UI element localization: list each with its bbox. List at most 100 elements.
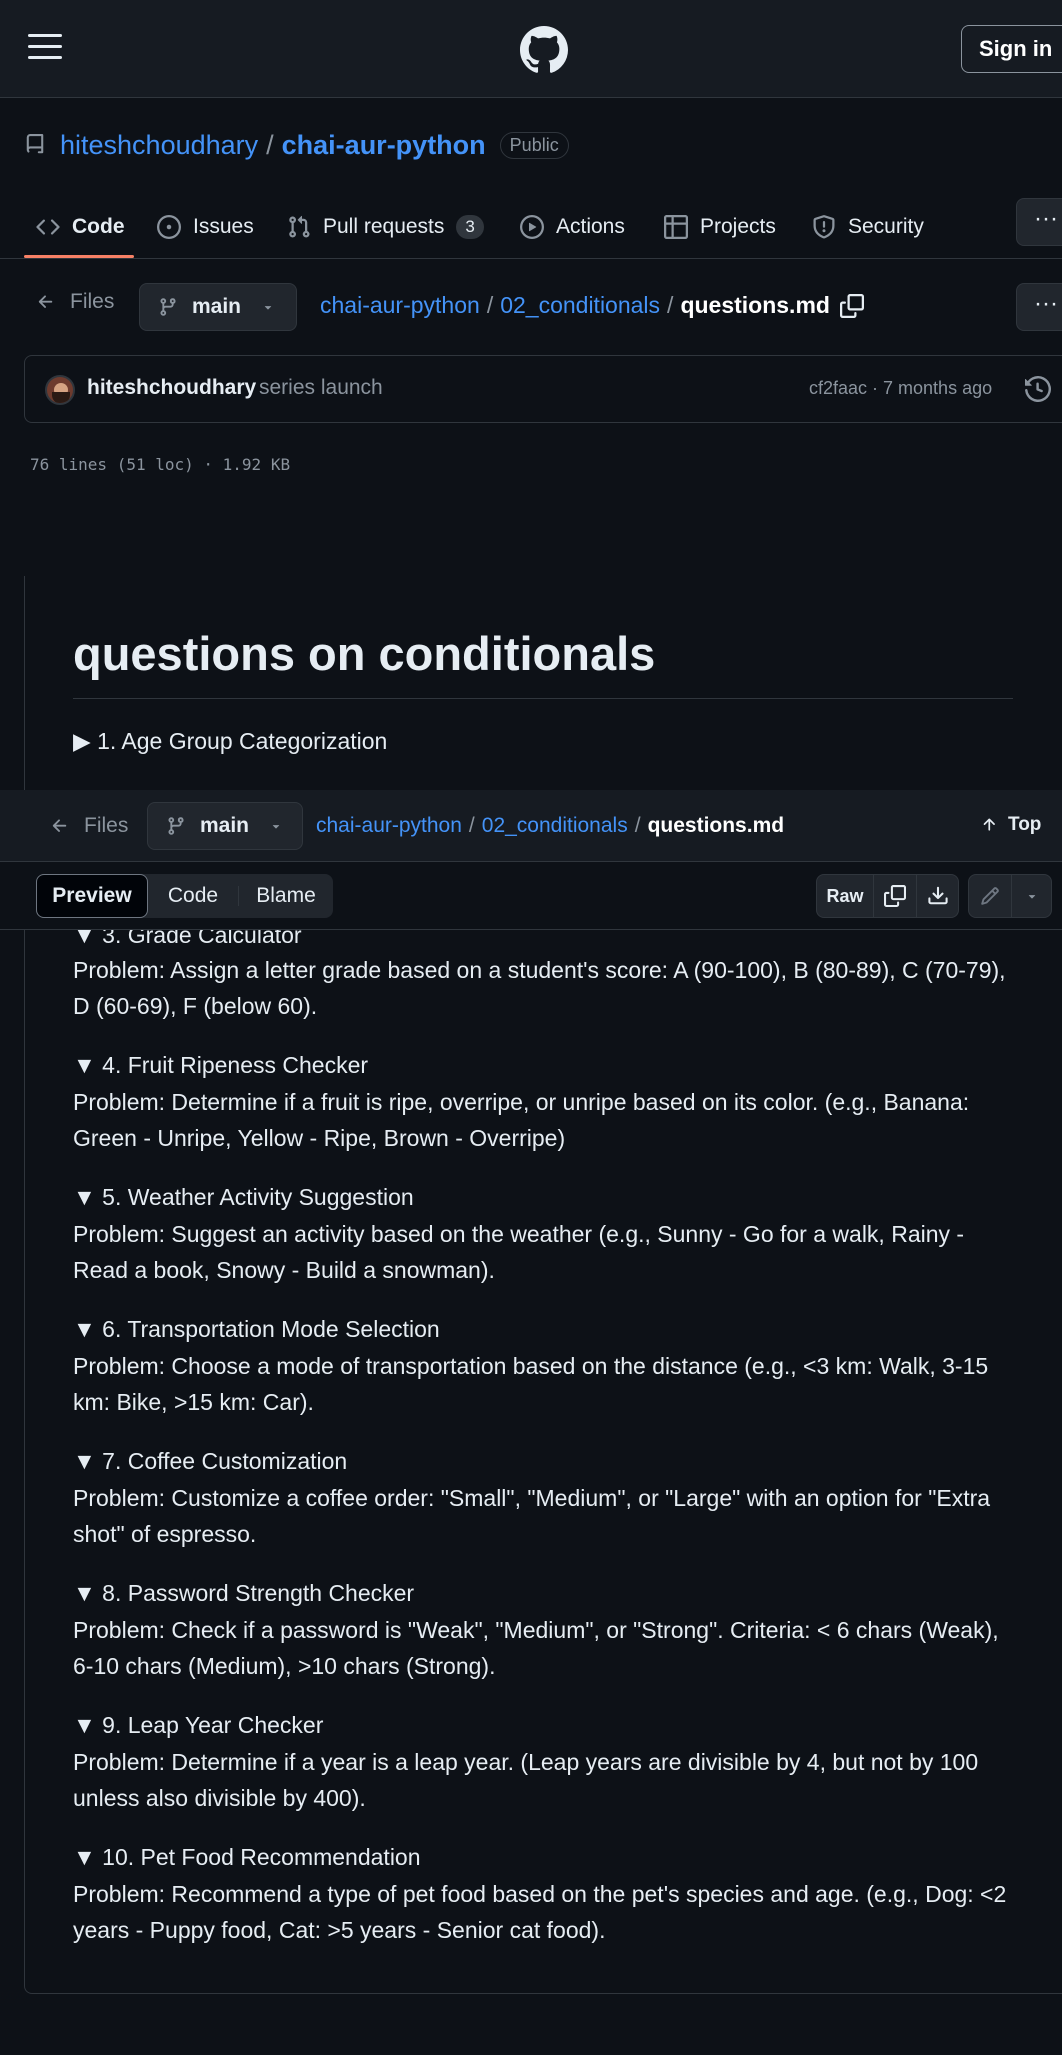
tab-pull-requests[interactable]: Pull requests 3 bbox=[287, 207, 484, 247]
active-tab-indicator bbox=[24, 255, 134, 258]
breadcrumb-current-file: questions.md bbox=[680, 292, 830, 318]
tab-label: Projects bbox=[700, 215, 776, 238]
problem-text: Problem: Recommend a type of pet food ba… bbox=[73, 1881, 1007, 1943]
breadcrumb-current-file: questions.md bbox=[647, 814, 785, 837]
tab-issues[interactable]: Issues bbox=[157, 207, 254, 247]
files-label: Files bbox=[84, 814, 129, 837]
tab-label: Actions bbox=[556, 215, 625, 238]
summary-text: 9. Leap Year Checker bbox=[102, 1712, 324, 1738]
latest-commit-bar: hiteshchoudhary series launch cf2faac · … bbox=[24, 355, 1062, 423]
tab-actions[interactable]: Actions bbox=[520, 207, 625, 247]
shield-icon bbox=[813, 215, 835, 239]
tab-security[interactable]: Security bbox=[812, 207, 924, 247]
commit-meta[interactable]: cf2faac · 7 months ago bbox=[809, 378, 992, 399]
summary-text: 1. Age Group Categorization bbox=[97, 728, 388, 754]
view-mode-segmented-control: Preview Code Blame bbox=[36, 874, 333, 918]
arrow-up-icon bbox=[983, 818, 995, 831]
pull-request-icon bbox=[289, 215, 310, 238]
repo-title-row: hiteshchoudhary / chai-aur-python Public bbox=[24, 125, 569, 165]
file-more-button[interactable]: ··· bbox=[1016, 283, 1062, 331]
edit-menu-button[interactable] bbox=[1012, 875, 1052, 917]
breadcrumb-repo-link[interactable]: chai-aur-python bbox=[316, 814, 462, 838]
branch-selector[interactable]: main bbox=[139, 283, 297, 331]
pencil-icon bbox=[981, 887, 999, 905]
visibility-badge: Public bbox=[499, 131, 569, 159]
details-summary[interactable]: ▼ 8. Password Strength Checker bbox=[73, 1580, 414, 1607]
files-button[interactable]: Files bbox=[36, 290, 114, 314]
git-branch-icon bbox=[160, 298, 176, 316]
details-summary[interactable]: ▼ 4. Fruit Ripeness Checker bbox=[73, 1052, 368, 1079]
repo-owner-link[interactable]: hiteshchoudhary bbox=[60, 130, 258, 161]
code-icon bbox=[36, 219, 60, 235]
branch-name: main bbox=[192, 295, 242, 318]
problem-text: Problem: Determine if a year is a leap y… bbox=[73, 1749, 979, 1811]
breadcrumb-separator: / bbox=[667, 292, 674, 318]
tab-label: Security bbox=[848, 215, 924, 238]
top-label: Top bbox=[1008, 814, 1042, 835]
code-view-tab[interactable]: Code bbox=[148, 874, 238, 918]
repo-name-link[interactable]: chai-aur-python bbox=[282, 130, 486, 161]
problem-text: Problem: Assign a letter grade based on … bbox=[73, 957, 1006, 1019]
copy-icon bbox=[884, 885, 906, 907]
details-summary[interactable]: ▼ 10. Pet Food Recommendation bbox=[73, 1844, 421, 1871]
blame-tab[interactable]: Blame bbox=[239, 874, 333, 918]
problem-text: Problem: Check if a password is "Weak", … bbox=[73, 1617, 999, 1679]
edit-button[interactable] bbox=[969, 875, 1011, 917]
copy-raw-button[interactable] bbox=[874, 875, 916, 917]
files-button[interactable]: Files bbox=[50, 814, 128, 838]
sign-in-button[interactable]: Sign in bbox=[961, 25, 1062, 73]
breadcrumb: chai-aur-python / 02_conditionals / ques… bbox=[320, 292, 864, 319]
commit-message[interactable]: series launch bbox=[259, 376, 383, 400]
file-actions-group: Raw bbox=[816, 874, 959, 918]
table-icon bbox=[664, 215, 688, 239]
heading-divider bbox=[73, 698, 1013, 699]
details-summary[interactable]: ▼ 6. Transportation Mode Selection bbox=[73, 1316, 440, 1343]
history-icon[interactable] bbox=[1025, 376, 1051, 402]
caret-down-icon bbox=[264, 306, 272, 310]
breadcrumb-folder-link[interactable]: 02_conditionals bbox=[482, 814, 628, 838]
breadcrumb: chai-aur-python / 02_conditionals / ques… bbox=[316, 814, 784, 838]
problem-text: Problem: Customize a coffee order: "Smal… bbox=[73, 1485, 991, 1547]
caret-down-icon bbox=[272, 825, 280, 829]
details-summary[interactable]: ▶ 1. Age Group Categorization bbox=[73, 728, 387, 755]
download-icon bbox=[928, 886, 948, 905]
branch-selector[interactable]: main bbox=[147, 802, 303, 850]
repo-tabs: Code Issues Pull requests 3 Actions Proj… bbox=[0, 195, 1062, 259]
pull-request-count: 3 bbox=[456, 215, 484, 239]
scroll-to-top-button[interactable]: Top bbox=[980, 814, 1041, 836]
file-stats: 76 lines (51 loc) · 1.92 KB bbox=[30, 455, 291, 474]
raw-button[interactable]: Raw bbox=[817, 875, 873, 917]
sticky-nav-bar: Files main chai-aur-python / 02_conditio… bbox=[0, 790, 1062, 862]
tab-projects[interactable]: Projects bbox=[664, 207, 776, 247]
summary-text: 8. Password Strength Checker bbox=[102, 1580, 415, 1606]
summary-text: 4. Fruit Ripeness Checker bbox=[102, 1052, 369, 1078]
commit-author-link[interactable]: hiteshchoudhary bbox=[87, 376, 256, 400]
tab-code[interactable]: Code bbox=[36, 207, 125, 247]
repo-icon bbox=[26, 134, 44, 154]
details-summary[interactable]: ▼ 5. Weather Activity Suggestion bbox=[73, 1184, 414, 1211]
details-summary[interactable]: ▼ 9. Leap Year Checker bbox=[73, 1712, 323, 1739]
breadcrumb-separator: / bbox=[486, 292, 494, 318]
details-summary[interactable]: ▼ 7. Coffee Customization bbox=[73, 1448, 347, 1475]
preview-tab[interactable]: Preview bbox=[36, 874, 148, 918]
issue-icon bbox=[157, 215, 181, 239]
menu-icon[interactable] bbox=[28, 34, 62, 62]
tab-label: Code bbox=[72, 215, 125, 238]
sticky-file-header: Files main chai-aur-python / 02_conditio… bbox=[0, 790, 1062, 930]
breadcrumb-repo-link[interactable]: chai-aur-python bbox=[320, 292, 480, 319]
markdown-title: questions on conditionals bbox=[73, 627, 656, 680]
summary-text: 10. Pet Food Recommendation bbox=[102, 1844, 421, 1870]
github-logo-icon[interactable] bbox=[520, 26, 568, 74]
summary-text: 6. Transportation Mode Selection bbox=[102, 1316, 440, 1342]
branch-name: main bbox=[200, 814, 250, 837]
tab-label: Pull requests bbox=[323, 215, 445, 238]
more-tabs-button[interactable]: ··· bbox=[1016, 198, 1062, 246]
copy-icon[interactable] bbox=[839, 293, 864, 318]
download-button[interactable] bbox=[917, 875, 959, 917]
avatar[interactable] bbox=[45, 375, 75, 405]
breadcrumb-folder-link[interactable]: 02_conditionals bbox=[500, 292, 660, 319]
edit-actions-group bbox=[968, 874, 1052, 918]
problem-text: Problem: Choose a mode of transportation… bbox=[73, 1353, 989, 1415]
arrow-left-icon bbox=[52, 819, 67, 832]
global-header: Sign in bbox=[0, 0, 1062, 98]
